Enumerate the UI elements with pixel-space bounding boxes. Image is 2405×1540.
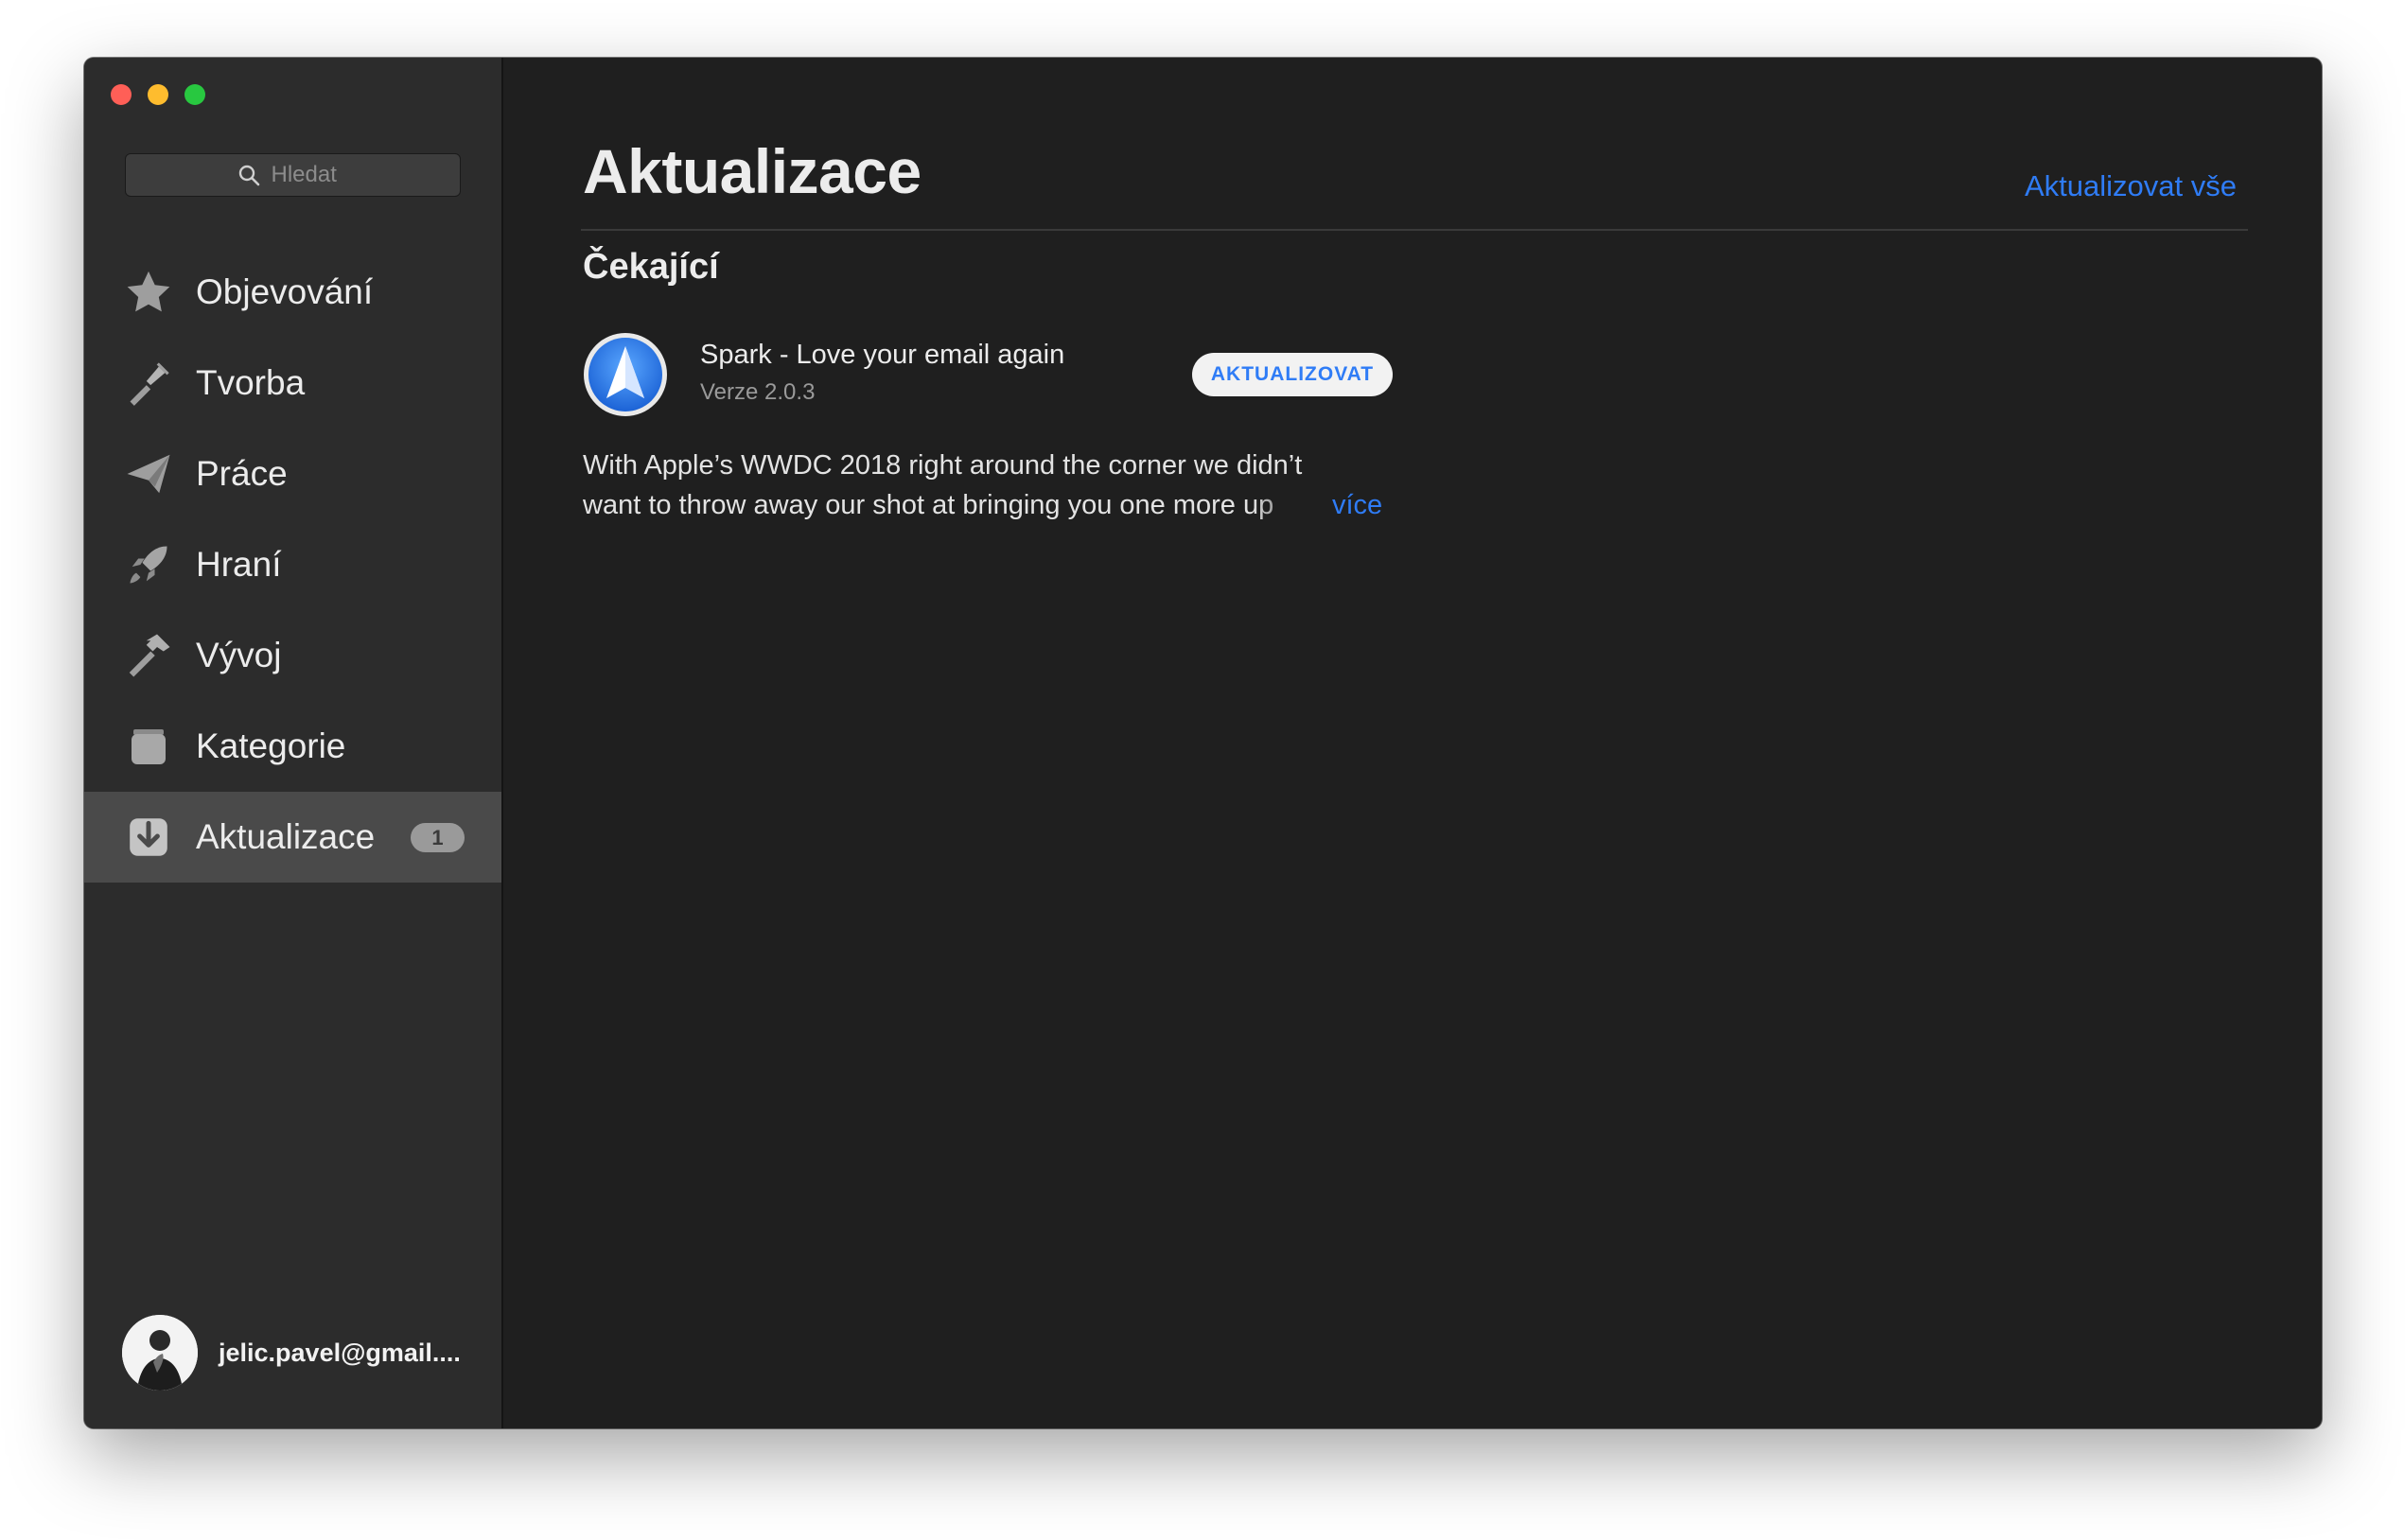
- minimize-button[interactable]: [148, 84, 168, 105]
- sidebar: Objevování Tvorba: [84, 58, 503, 1428]
- update-row: Spark - Love your email again Verze 2.0.…: [583, 332, 1434, 419]
- download-icon: [122, 811, 175, 864]
- search-icon: [238, 165, 259, 186]
- app-name[interactable]: Spark - Love your email again: [700, 340, 1064, 371]
- search-field[interactable]: [125, 153, 461, 197]
- sidebar-item-develop[interactable]: Vývoj: [84, 610, 501, 701]
- account-area[interactable]: jelic.pavel@gmail....: [122, 1315, 461, 1391]
- sidebar-item-label: Kategorie: [196, 726, 346, 765]
- app-version: Verze 2.0.3: [700, 379, 816, 405]
- sidebar-item-categories[interactable]: Kategorie: [84, 701, 501, 792]
- sidebar-item-create[interactable]: Tvorba: [84, 338, 501, 429]
- zoom-button[interactable]: [184, 84, 205, 105]
- search-input[interactable]: [269, 161, 349, 189]
- more-link[interactable]: více: [1332, 485, 1382, 525]
- app-store-window: Objevování Tvorba: [84, 58, 2322, 1428]
- sidebar-item-work[interactable]: Práce: [84, 429, 501, 519]
- sidebar-item-label: Hraní: [196, 545, 282, 584]
- star-icon: [122, 266, 175, 319]
- release-notes-line: want to throw away our shot at bringing …: [583, 490, 1274, 520]
- sidebar-item-discover[interactable]: Objevování: [84, 247, 501, 338]
- title-divider: [581, 229, 2248, 231]
- update-all-button[interactable]: Aktualizovat vše: [2025, 169, 2237, 203]
- avatar[interactable]: [122, 1315, 198, 1391]
- close-button[interactable]: [111, 84, 132, 105]
- updates-count-badge: 1: [411, 823, 465, 852]
- hammer-icon: [122, 629, 175, 682]
- sidebar-item-play[interactable]: Hraní: [84, 519, 501, 610]
- sidebar-item-label: Vývoj: [196, 636, 282, 674]
- account-email: jelic.pavel@gmail....: [219, 1338, 461, 1367]
- main-content: Aktualizace Aktualizovat vše Čekající Sp…: [503, 58, 2322, 1428]
- window-controls: [111, 84, 205, 105]
- rocket-icon: [122, 538, 175, 591]
- brush-icon: [122, 357, 175, 410]
- sidebar-item-label: Práce: [196, 454, 288, 493]
- sidebar-item-label: Objevování: [196, 272, 374, 311]
- update-button[interactable]: AKTUALIZOVAT: [1192, 353, 1393, 396]
- sidebar-item-updates[interactable]: Aktualizace 1: [84, 792, 501, 883]
- release-notes-line: With Apple’s WWDC 2018 right around the …: [583, 450, 1303, 481]
- sidebar-nav: Objevování Tvorba Práce Hraní Vývoj Kate…: [84, 247, 501, 883]
- page-title: Aktualizace: [583, 136, 922, 206]
- release-notes: With Apple’s WWDC 2018 right around the …: [583, 446, 1382, 525]
- sidebar-item-label: Tvorba: [196, 363, 306, 402]
- paper-plane-icon: [122, 447, 175, 500]
- spark-app-icon[interactable]: [583, 332, 668, 417]
- box-icon: [122, 720, 175, 773]
- pending-section-title: Čekající: [583, 247, 719, 287]
- sidebar-item-label: Aktualizace: [196, 817, 376, 856]
